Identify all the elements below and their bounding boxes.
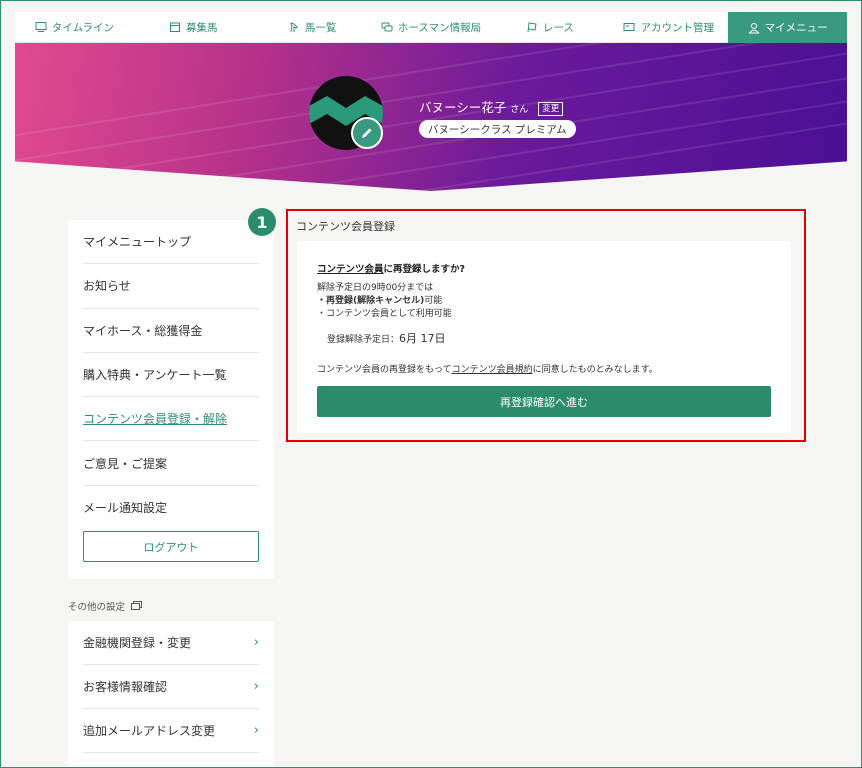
- nav-recruit[interactable]: 募集馬: [133, 12, 253, 43]
- sidebar-item-contents-member[interactable]: コンテンツ会員登録・解除: [83, 397, 259, 442]
- info-line: ・コンテンツ会員として利用可能: [317, 309, 452, 319]
- nav-label: タイムライン: [51, 21, 115, 34]
- agree-prefix: コンテンツ会員の再登録をもって: [317, 365, 452, 375]
- membership-class-badge: バヌーシークラス プレミアム: [419, 120, 576, 138]
- date-value: 6月 17日: [399, 332, 446, 345]
- chevron-right-icon: ›: [253, 679, 259, 694]
- sidebar-item-label: お客様情報確認: [83, 680, 168, 694]
- info-bold: ・再登録(解除キャンセル): [317, 296, 425, 306]
- logout-button[interactable]: ログアウト: [83, 531, 259, 562]
- top-nav: タイムライン 募集馬 馬一覧 ホースマン情報局 レース アカウント管理 マイメニ…: [15, 12, 848, 43]
- sidebar-item-benefits[interactable]: 購入特典・アンケート一覧: [83, 353, 259, 398]
- edit-avatar-button[interactable]: [351, 117, 383, 149]
- reregister-card: コンテンツ会員に再登録しますか? 解除予定日の9時00分までは ・再登録(解除キ…: [297, 241, 791, 433]
- nav-label: 募集馬: [186, 21, 218, 34]
- nav-account[interactable]: アカウント管理: [609, 12, 729, 43]
- sidebar-item-bank[interactable]: 金融機関登録・変更 ›: [83, 621, 259, 665]
- proceed-button[interactable]: 再登録確認へ進む: [317, 386, 771, 417]
- cancel-info: 解除予定日の9時00分までは ・再登録(解除キャンセル)可能 ・コンテンツ会員と…: [317, 282, 771, 321]
- page-title: コンテンツ会員登録: [296, 220, 395, 233]
- sidebar-item-customer-info[interactable]: お客様情報確認 ›: [83, 665, 259, 709]
- other-settings-label: その他の設定: [68, 602, 126, 613]
- sidebar-item-extra-email[interactable]: 追加メールアドレス変更 ›: [83, 709, 259, 753]
- user-name: バヌーシー花子: [419, 100, 507, 115]
- sidebar-menu: マイメニュートップ お知らせ マイホース・総獲得金 購入特典・アンケート一覧 コ…: [68, 220, 274, 579]
- calendar-icon: [170, 22, 181, 32]
- info-line: ・再登録(解除キャンセル)可能: [317, 295, 771, 308]
- agree-suffix: に同意したものとみなします。: [532, 365, 658, 375]
- change-name-button[interactable]: 変更: [538, 102, 564, 116]
- sidebar-item-mail-settings[interactable]: メール通知設定: [83, 486, 259, 530]
- nav-horseman[interactable]: ホースマン情報局: [371, 12, 491, 43]
- agreement-text: コンテンツ会員の再登録をもってコンテンツ会員規約に同意したものとみなします。: [317, 362, 771, 375]
- sidebar-item-mymenu-top[interactable]: マイメニュートップ: [83, 220, 259, 265]
- nav-horses[interactable]: 馬一覧: [252, 12, 372, 43]
- contents-member-link[interactable]: コンテンツ会員: [317, 264, 384, 275]
- date-label: 登録解除予定日：: [327, 335, 400, 345]
- profile-banner: [15, 43, 847, 191]
- sidebar-item-label: 金融機関登録・変更: [83, 636, 192, 650]
- chevron-right-icon: ›: [253, 723, 259, 738]
- chat-icon: [381, 22, 393, 32]
- info-line: 解除予定日の9時00分までは: [317, 283, 434, 293]
- profile-name: バヌーシー花子 さん 変更: [419, 97, 564, 117]
- nav-label: ホースマン情報局: [397, 21, 482, 34]
- other-settings-heading: その他の設定: [68, 599, 143, 613]
- nav-label: 馬一覧: [304, 21, 337, 34]
- cancel-date: 登録解除予定日：6月 17日: [327, 330, 771, 346]
- honorific: さん: [510, 105, 529, 115]
- other-settings-menu: 金融機関登録・変更 › お客様情報確認 › 追加メールアドレス変更 ›: [68, 621, 274, 768]
- pencil-icon: [362, 128, 372, 138]
- sidebar-item-myhorse[interactable]: マイホース・総獲得金: [83, 309, 259, 353]
- sidebar-item-label: 追加メールアドレス変更: [83, 724, 216, 738]
- nav-timeline[interactable]: タイムライン: [15, 12, 134, 43]
- card-icon: [623, 23, 635, 31]
- sidebar-item-feedback[interactable]: ご意見・ご提案: [83, 441, 259, 486]
- nav-mymenu[interactable]: マイメニュー: [728, 12, 848, 43]
- nav-label: マイメニュー: [764, 22, 828, 34]
- nav-race[interactable]: レース: [490, 12, 610, 43]
- chevron-right-icon: ›: [253, 635, 259, 650]
- terms-link[interactable]: コンテンツ会員規約: [452, 365, 533, 375]
- window-icon: [131, 601, 143, 610]
- step-number-badge: 1: [248, 208, 276, 236]
- horse-icon: [290, 22, 298, 33]
- nav-label: アカウント管理: [640, 21, 714, 34]
- sidebar-item-notices[interactable]: お知らせ: [83, 264, 259, 309]
- nav-label: レース: [542, 21, 574, 34]
- monitor-icon: [35, 22, 47, 32]
- reregister-question: コンテンツ会員に再登録しますか?: [317, 261, 771, 275]
- info-rest: 可能: [424, 296, 443, 306]
- user-icon: [748, 22, 760, 33]
- question-text: に再登録しますか?: [383, 264, 466, 275]
- flag-icon: [527, 22, 537, 33]
